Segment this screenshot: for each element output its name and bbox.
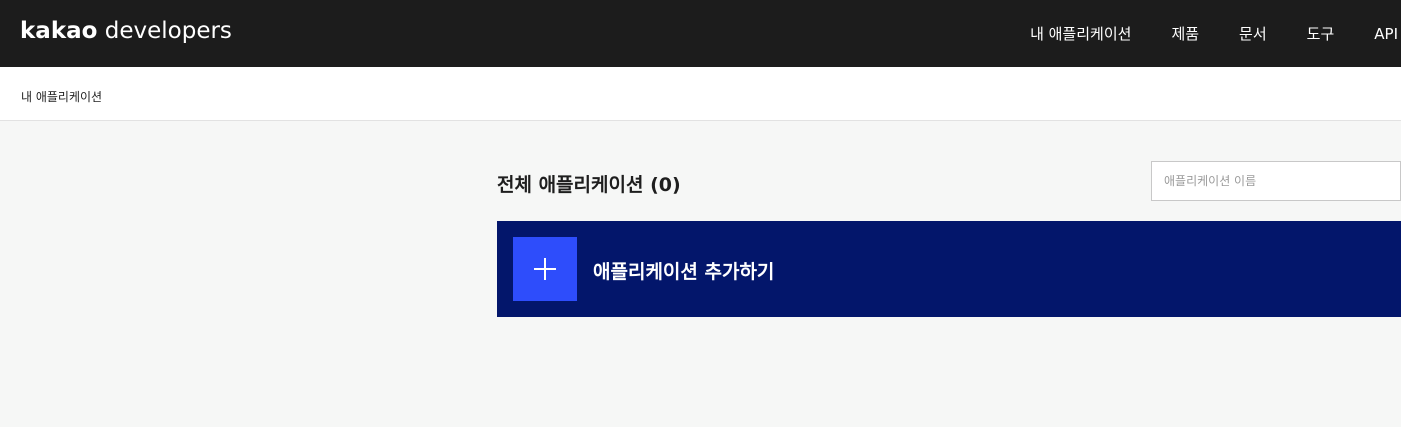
kakao-developers-logo[interactable]: kakao developers (20, 16, 232, 46)
breadcrumb-bar: 내 애플리케이션 (0, 67, 1401, 121)
nav-item-products[interactable]: 제품 (1171, 23, 1199, 44)
add-application-label: 애플리케이션 추가하기 (593, 261, 775, 283)
breadcrumb[interactable]: 내 애플리케이션 (21, 88, 102, 105)
app-search-input[interactable] (1151, 161, 1401, 201)
top-navigation-bar: kakao developers 내 애플리케이션 제품 문서 도구 API (0, 0, 1401, 67)
nav-item-api[interactable]: API (1374, 25, 1398, 43)
nav-item-docs[interactable]: 문서 (1239, 23, 1267, 44)
logo-brand: kakao (20, 18, 98, 44)
nav-item-tools[interactable]: 도구 (1307, 23, 1335, 44)
page-title: 전체 애플리케이션 (0) (497, 174, 681, 196)
main-nav: 내 애플리케이션 제품 문서 도구 API (1030, 0, 1401, 67)
plus-icon (513, 237, 577, 301)
plus-icon-vertical (544, 258, 546, 280)
add-application-button[interactable]: 애플리케이션 추가하기 (497, 221, 1401, 317)
nav-item-my-applications[interactable]: 내 애플리케이션 (1030, 23, 1131, 44)
logo-suffix: developers (104, 18, 232, 44)
